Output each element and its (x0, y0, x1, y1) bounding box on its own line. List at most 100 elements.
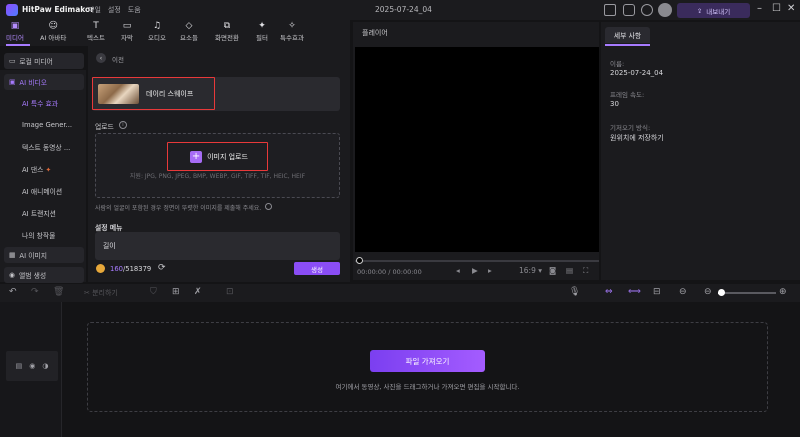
tab-label: 자막 (121, 34, 133, 42)
tab-label: 특수효과 (280, 34, 304, 42)
layout-icon[interactable] (604, 4, 616, 16)
text-icon: T (93, 21, 99, 31)
tab-label: AI 아바타 (40, 34, 67, 42)
menu-bar: 파일 설정 도움 (88, 5, 141, 15)
details-tab-indicator (605, 44, 650, 46)
fullscreen-icon[interactable]: ⛶ (583, 266, 588, 276)
menu-settings[interactable]: 설정 (108, 5, 121, 15)
tab-elements[interactable]: ◇ 요소들 (180, 21, 198, 45)
menu-file[interactable]: 파일 (88, 5, 101, 15)
tab-label: 화면전환 (215, 34, 239, 42)
highlight-box (92, 77, 215, 110)
microphone-icon[interactable]: 🎙 (569, 287, 580, 297)
supported-formats: 지원: JPG, PNG, JPEG, BMP, WEBP, GIF, TIFF… (129, 173, 306, 180)
fit-icon[interactable]: ⊖ (679, 287, 687, 297)
generate-button[interactable]: 생성 (294, 262, 340, 275)
tab-label: 필터 (256, 34, 268, 42)
tab-filter[interactable]: ✦ 필터 (256, 21, 268, 45)
tab-label: 요소들 (180, 34, 198, 42)
info-icon[interactable]: i (119, 121, 127, 129)
sidebar-sub-ai-effects[interactable]: AI 특수 효과 (22, 98, 58, 108)
playback-scrubber[interactable] (355, 260, 599, 262)
tab-media[interactable]: ▣ 미디어 (6, 21, 24, 45)
dance-icon: ✦ (45, 166, 52, 174)
tab-label: 오디오 (148, 34, 166, 42)
zoom-slider-handle[interactable] (718, 289, 725, 296)
sidebar-item-ai-video[interactable]: ▣ AI 비디오 (4, 74, 84, 90)
tab-text[interactable]: T 텍스트 (87, 21, 105, 45)
sidebar-item-ai-image[interactable]: ▦ AI 이미지 (4, 247, 84, 263)
split-label: 분리하기 (92, 289, 118, 297)
eye-icon[interactable]: ◉ (29, 362, 35, 370)
settings-card[interactable] (95, 232, 340, 260)
aspect-ratio-selector[interactable]: 16:9 ▾ (519, 266, 542, 275)
video-preview[interactable] (355, 47, 599, 252)
sidebar-sub-text-to-video[interactable]: 텍스트 동영상 ... (22, 142, 70, 152)
face-notice: 사람의 얼굴이 포함된 경우 정면이 뚜렷한 이미지를 제출해 주세요. (95, 203, 273, 212)
next-frame-icon[interactable]: ▸ (488, 266, 492, 275)
film-icon[interactable]: ▤ (16, 362, 23, 370)
avatar-icon: ☺ (48, 21, 58, 31)
tab-details[interactable]: 세부 사항 (605, 27, 650, 43)
aspect-ratio-label: 16:9 (519, 266, 536, 275)
menu-help[interactable]: 도움 (128, 5, 141, 15)
back-icon[interactable]: ‹ (96, 53, 106, 63)
refresh-icon[interactable]: ⟳ (158, 263, 166, 273)
filter-icon: ✦ (258, 21, 266, 31)
sidebar-item-local-media[interactable]: ▭ 로컬 미디어 (4, 53, 84, 69)
avatar[interactable] (658, 3, 672, 17)
sidebar-sub-ai-dance[interactable]: AI 댄스 ✦ (22, 164, 51, 174)
details-panel (601, 22, 800, 280)
zoom-out-icon[interactable]: ⊖ (704, 287, 712, 297)
quality-icon[interactable]: ▤ (566, 266, 573, 275)
sidebar-sub-ai-transition[interactable]: AI 트랜지션 (22, 208, 56, 218)
sidebar-sub-my-creations[interactable]: 나의 창작물 (22, 230, 55, 240)
back-label[interactable]: 이전 (112, 54, 124, 64)
sidebar-sub-ai-animation[interactable]: AI 애니메이션 (22, 186, 62, 196)
transition-icon: ⧉ (223, 21, 231, 31)
snap-icon[interactable]: ⟺ (628, 287, 641, 297)
link-icon[interactable]: ⇔ (605, 287, 613, 297)
import-files-button[interactable]: 파일 가져오기 (370, 350, 485, 372)
track-icon[interactable]: ⊟ (653, 287, 661, 297)
feedback-icon[interactable] (623, 4, 635, 16)
minimize-icon[interactable]: – (757, 3, 762, 14)
export-clip-icon[interactable]: ⊡ (226, 287, 234, 297)
tab-effects[interactable]: ✧ 특수효과 (280, 21, 304, 45)
maximize-icon[interactable]: ☐ (772, 3, 781, 14)
folder-icon: ▭ (9, 57, 16, 65)
crop-icon[interactable]: ✗ (194, 287, 202, 297)
tab-ai-avatar[interactable]: ☺ AI 아바타 (40, 21, 66, 45)
text-template-icon[interactable]: ⊞ (172, 287, 180, 297)
tab-label: 텍스트 (87, 34, 105, 42)
close-icon[interactable]: ✕ (787, 3, 795, 14)
tab-audio[interactable]: ♫ 오디오 (148, 21, 166, 45)
marker-icon[interactable]: ⛉ (150, 287, 157, 297)
player-title: 플레이어 (362, 29, 388, 37)
app-name: HitPaw Edimakor (22, 5, 94, 14)
scrubber-handle[interactable] (356, 257, 363, 264)
snapshot-icon[interactable]: ◙ (549, 266, 556, 275)
project-name: 2025-07-24_04 (375, 5, 432, 14)
undo-icon[interactable]: ↶ (9, 287, 17, 297)
export-button[interactable]: ⇪ 내보내기 (677, 3, 750, 18)
active-tab-indicator (6, 44, 30, 46)
length-setting: 길이 (103, 242, 116, 250)
previous-frame-icon[interactable]: ◂ (456, 266, 460, 275)
zoom-in-icon[interactable]: ⊕ (779, 287, 787, 297)
sidebar-sub-image-generator[interactable]: Image Gener... (22, 121, 72, 129)
play-icon[interactable]: ▶ (472, 266, 478, 275)
redo-icon[interactable]: ↷ (31, 287, 39, 297)
help-icon[interactable] (641, 4, 653, 16)
tab-transition[interactable]: ⧉ 화면전환 (215, 21, 239, 45)
info-icon[interactable] (265, 203, 273, 210)
mute-icon[interactable]: ◑ (42, 362, 48, 370)
zoom-slider[interactable] (718, 292, 776, 294)
sidebar-item-album[interactable]: ◉ 앨범 생성 (4, 267, 84, 283)
delete-icon[interactable]: 🗑 (53, 287, 64, 297)
settings-title: 설정 메뉴 (95, 224, 123, 232)
tab-subtitle[interactable]: ▭ 자막 (121, 21, 133, 45)
sidebar-item-label: AI 비디오 (19, 79, 47, 87)
split-button[interactable]: ✂ 분리하기 (84, 288, 118, 298)
elements-icon: ◇ (185, 21, 193, 31)
